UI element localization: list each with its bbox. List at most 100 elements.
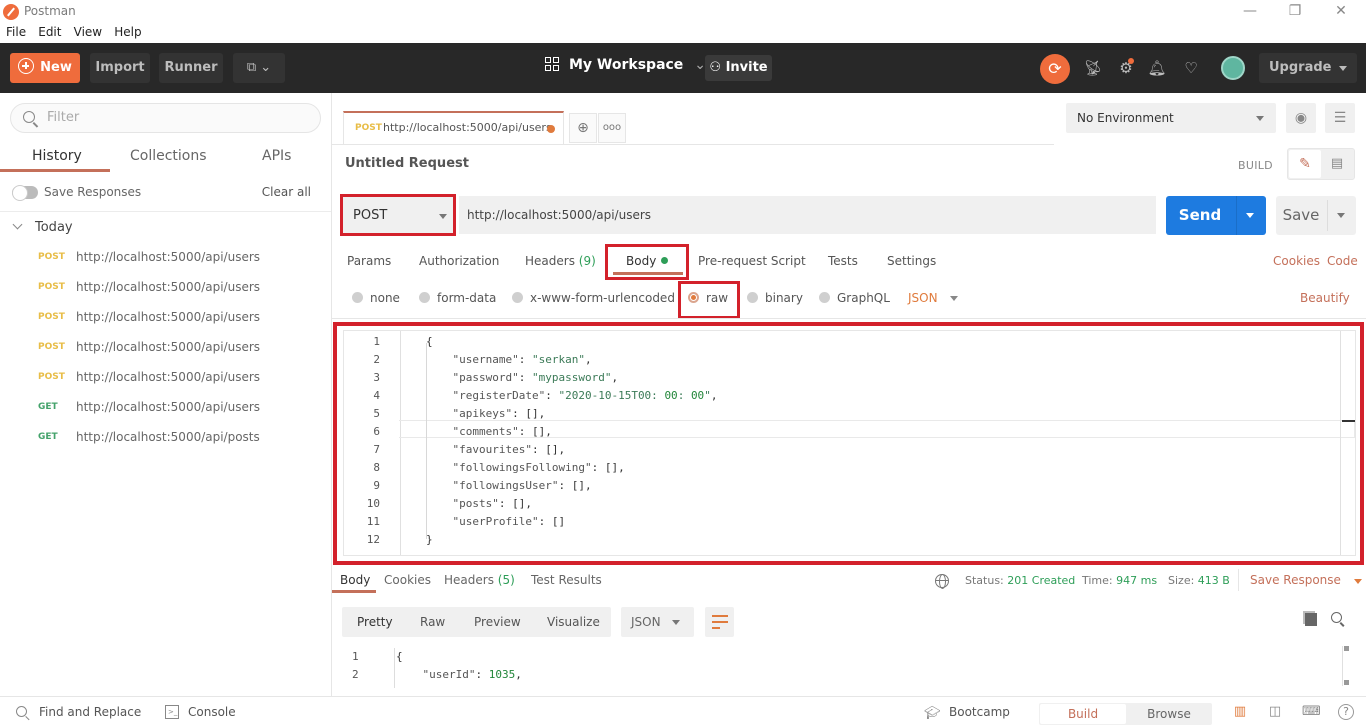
- tab-authorization[interactable]: Authorization: [419, 254, 499, 268]
- heart-icon[interactable]: ♡: [1180, 57, 1202, 79]
- environment-select[interactable]: No Environment: [1066, 103, 1276, 133]
- tab-headers[interactable]: Headers (9): [525, 254, 596, 268]
- view-raw[interactable]: Raw: [420, 615, 445, 629]
- copy-icon[interactable]: [1305, 613, 1317, 626]
- response-tab-headers[interactable]: Headers (5): [444, 573, 515, 587]
- tab-collections[interactable]: Collections: [130, 148, 207, 164]
- new-button[interactable]: New: [10, 53, 80, 83]
- radio-binary[interactable]: binary: [747, 291, 803, 305]
- history-method: POST: [38, 342, 65, 352]
- history-item[interactable]: POST http://localhost:5000/api/users: [0, 303, 331, 333]
- save-button[interactable]: Save: [1276, 196, 1356, 235]
- new-window-button[interactable]: ⧉ ⌄: [233, 53, 285, 83]
- sync-icon[interactable]: ⟳: [1040, 54, 1070, 84]
- radio-none[interactable]: none: [352, 291, 400, 305]
- console-button[interactable]: Console: [188, 705, 236, 719]
- help-icon[interactable]: ?: [1338, 704, 1354, 720]
- comment-icon[interactable]: ▤: [1322, 150, 1352, 178]
- beautify-link[interactable]: Beautify: [1300, 291, 1350, 305]
- history-item[interactable]: POST http://localhost:5000/api/users: [0, 333, 331, 363]
- url-input[interactable]: [459, 196, 1156, 234]
- caret-down-icon: [439, 214, 447, 219]
- response-tab-cookies[interactable]: Cookies: [384, 573, 431, 587]
- response-scrollbar[interactable]: [1342, 646, 1349, 686]
- import-button[interactable]: Import: [90, 53, 150, 83]
- view-visualize[interactable]: Visualize: [547, 615, 600, 629]
- settings-icon[interactable]: ⚙: [1115, 57, 1137, 79]
- restore-button[interactable]: ❐: [1285, 2, 1305, 20]
- history-item[interactable]: POST http://localhost:5000/api/users: [0, 363, 331, 393]
- history-item[interactable]: POST http://localhost:5000/api/users: [0, 273, 331, 303]
- radio-graphql[interactable]: GraphQL: [819, 291, 890, 305]
- tab-history[interactable]: History: [32, 148, 82, 164]
- browse-mode-button[interactable]: Browse: [1127, 704, 1211, 724]
- invite-button[interactable]: ⚇ Invite: [705, 55, 772, 81]
- history-item[interactable]: POST http://localhost:5000/api/users: [0, 243, 331, 273]
- pencil-icon[interactable]: ✎: [1289, 150, 1321, 178]
- globe-icon[interactable]: [935, 574, 949, 589]
- satellite-icon[interactable]: 📡︎: [1082, 57, 1104, 79]
- cookies-link[interactable]: Cookies: [1273, 254, 1320, 268]
- view-preview[interactable]: Preview: [474, 615, 521, 629]
- view-pretty[interactable]: Pretty: [357, 615, 393, 629]
- history-group-today[interactable]: Today: [12, 219, 73, 235]
- two-pane-icon[interactable]: ▥: [1232, 704, 1248, 720]
- menu-edit[interactable]: Edit: [38, 24, 61, 41]
- filter-field[interactable]: [10, 103, 321, 133]
- menu-help[interactable]: Help: [114, 24, 141, 41]
- request-tab[interactable]: POST http://localhost:5000/api/users: [343, 111, 564, 144]
- title-bar: Postman — ❐ ✕: [0, 0, 1366, 24]
- history-method: POST: [38, 312, 65, 322]
- keyboard-shortcuts-icon[interactable]: ⌨: [1302, 704, 1321, 720]
- find-replace-button[interactable]: Find and Replace: [39, 705, 141, 719]
- tab-pre-request-script[interactable]: Pre-request Script: [698, 254, 806, 268]
- send-button[interactable]: Send: [1166, 196, 1266, 235]
- response-tab-body[interactable]: Body: [340, 573, 370, 587]
- upgrade-button[interactable]: Upgrade: [1259, 53, 1357, 83]
- filter-input[interactable]: [47, 110, 307, 125]
- bootcamp-button[interactable]: Bootcamp: [949, 705, 1010, 719]
- response-tab-test-results[interactable]: Test Results: [531, 573, 602, 587]
- close-button[interactable]: ✕: [1331, 2, 1351, 20]
- request-title[interactable]: Untitled Request: [345, 156, 469, 171]
- tab-settings[interactable]: Settings: [887, 254, 936, 268]
- environment-quick-look-button[interactable]: ◉: [1286, 103, 1316, 133]
- wrap-lines-button[interactable]: [705, 607, 734, 637]
- history-item[interactable]: GET http://localhost:5000/api/posts: [0, 423, 331, 453]
- save-response-button[interactable]: Save Response: [1250, 573, 1362, 587]
- scroll-down[interactable]: [1344, 680, 1349, 685]
- send-options-caret-icon[interactable]: [1246, 213, 1254, 218]
- radio-icon: [819, 292, 830, 303]
- tab-apis[interactable]: APIs: [262, 148, 291, 164]
- split-view-icon[interactable]: ◫: [1267, 704, 1283, 720]
- response-format-select[interactable]: JSON: [621, 607, 694, 637]
- save-responses-toggle[interactable]: [12, 185, 38, 201]
- tab-params[interactable]: Params: [347, 254, 391, 268]
- divider: [1327, 200, 1328, 231]
- code-link[interactable]: Code: [1327, 254, 1358, 268]
- avatar[interactable]: [1221, 56, 1245, 80]
- search-icon[interactable]: [1331, 612, 1342, 623]
- workspace-selector[interactable]: My Workspace ⌄: [545, 57, 706, 73]
- radio-form-data[interactable]: form-data: [419, 291, 496, 305]
- menu-file[interactable]: File: [6, 24, 26, 41]
- history-method: POST: [38, 282, 65, 292]
- build-mode-button[interactable]: Build: [1040, 704, 1126, 724]
- tab-tests[interactable]: Tests: [828, 254, 858, 268]
- radio-x-www-form-urlencoded[interactable]: x-www-form-urlencoded: [512, 291, 675, 305]
- scroll-up[interactable]: [1344, 646, 1349, 651]
- minimize-button[interactable]: —: [1240, 2, 1260, 20]
- new-tab-button[interactable]: ⊕: [569, 113, 597, 143]
- menu-view[interactable]: View: [74, 24, 102, 41]
- manage-environments-button[interactable]: ☰: [1325, 103, 1355, 133]
- body-editor[interactable]: 1 {2 "username": "serkan", 3 "password": "…: [343, 330, 1356, 556]
- history-item[interactable]: GET http://localhost:5000/api/users: [0, 393, 331, 423]
- method-select[interactable]: POST: [340, 194, 456, 236]
- runner-button[interactable]: Runner: [159, 53, 223, 83]
- editor-scrollbar[interactable]: [1340, 331, 1341, 555]
- clear-all-button[interactable]: Clear all: [262, 185, 311, 199]
- tab-options-button[interactable]: ooo: [598, 113, 626, 143]
- raw-format-select[interactable]: JSON: [908, 291, 958, 305]
- bell-icon[interactable]: 🔔︎: [1146, 57, 1168, 79]
- save-options-caret-icon[interactable]: [1337, 213, 1345, 218]
